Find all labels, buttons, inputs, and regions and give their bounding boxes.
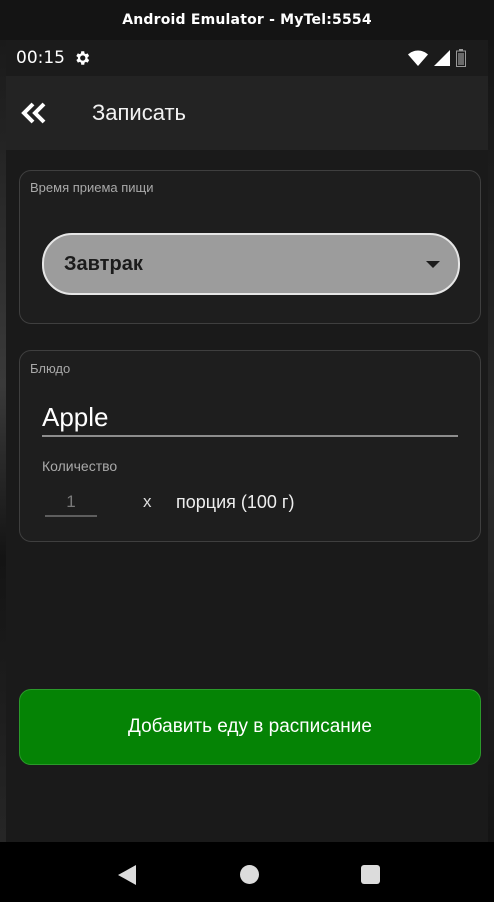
emulator-title-bar: Android Emulator - MyTel:5554 bbox=[0, 0, 494, 40]
add-food-to-schedule-button[interactable]: Добавить еду в расписание bbox=[19, 689, 481, 765]
page-title: Записать bbox=[92, 100, 187, 125]
wifi-icon bbox=[408, 50, 428, 66]
square-recents-icon[interactable] bbox=[361, 865, 380, 884]
app-bar: Записать bbox=[6, 76, 488, 150]
dish-card: Блюдо Apple Количество 1 x порция (100 г… bbox=[19, 350, 481, 542]
quantity-label: Количество bbox=[42, 458, 118, 474]
battery-icon bbox=[456, 49, 466, 67]
circle-home-icon[interactable] bbox=[240, 865, 259, 884]
multiplier-sign: x bbox=[143, 492, 152, 511]
double-chevron-left-icon bbox=[21, 102, 46, 124]
status-icons bbox=[408, 49, 466, 67]
main-content: Время приема пищи Завтрак Блюдо Apple Ко… bbox=[6, 150, 488, 842]
meal-time-card: Время приема пищи Завтрак bbox=[19, 170, 481, 324]
gear-icon bbox=[76, 51, 90, 65]
dish-label: Блюдо bbox=[30, 361, 71, 376]
portion-unit: порция (100 г) bbox=[176, 492, 295, 512]
dropdown-arrow-icon bbox=[426, 260, 440, 268]
meal-time-dropdown[interactable]: Завтрак bbox=[42, 233, 460, 295]
status-time: 00:15 bbox=[16, 48, 65, 68]
meal-time-label: Время приема пищи bbox=[30, 180, 154, 195]
back-button[interactable] bbox=[14, 93, 54, 133]
quantity-input[interactable]: 1 bbox=[45, 489, 97, 517]
dish-input[interactable]: Apple bbox=[42, 399, 458, 437]
triangle-back-icon[interactable] bbox=[116, 864, 138, 886]
emulator-frame-right bbox=[488, 40, 494, 902]
meal-time-value: Завтрак bbox=[64, 252, 143, 275]
signal-icon bbox=[434, 50, 450, 66]
status-bar: 00:15 bbox=[6, 40, 488, 76]
emulator-title: Android Emulator - MyTel:5554 bbox=[122, 12, 372, 28]
navigation-bar bbox=[0, 842, 494, 902]
